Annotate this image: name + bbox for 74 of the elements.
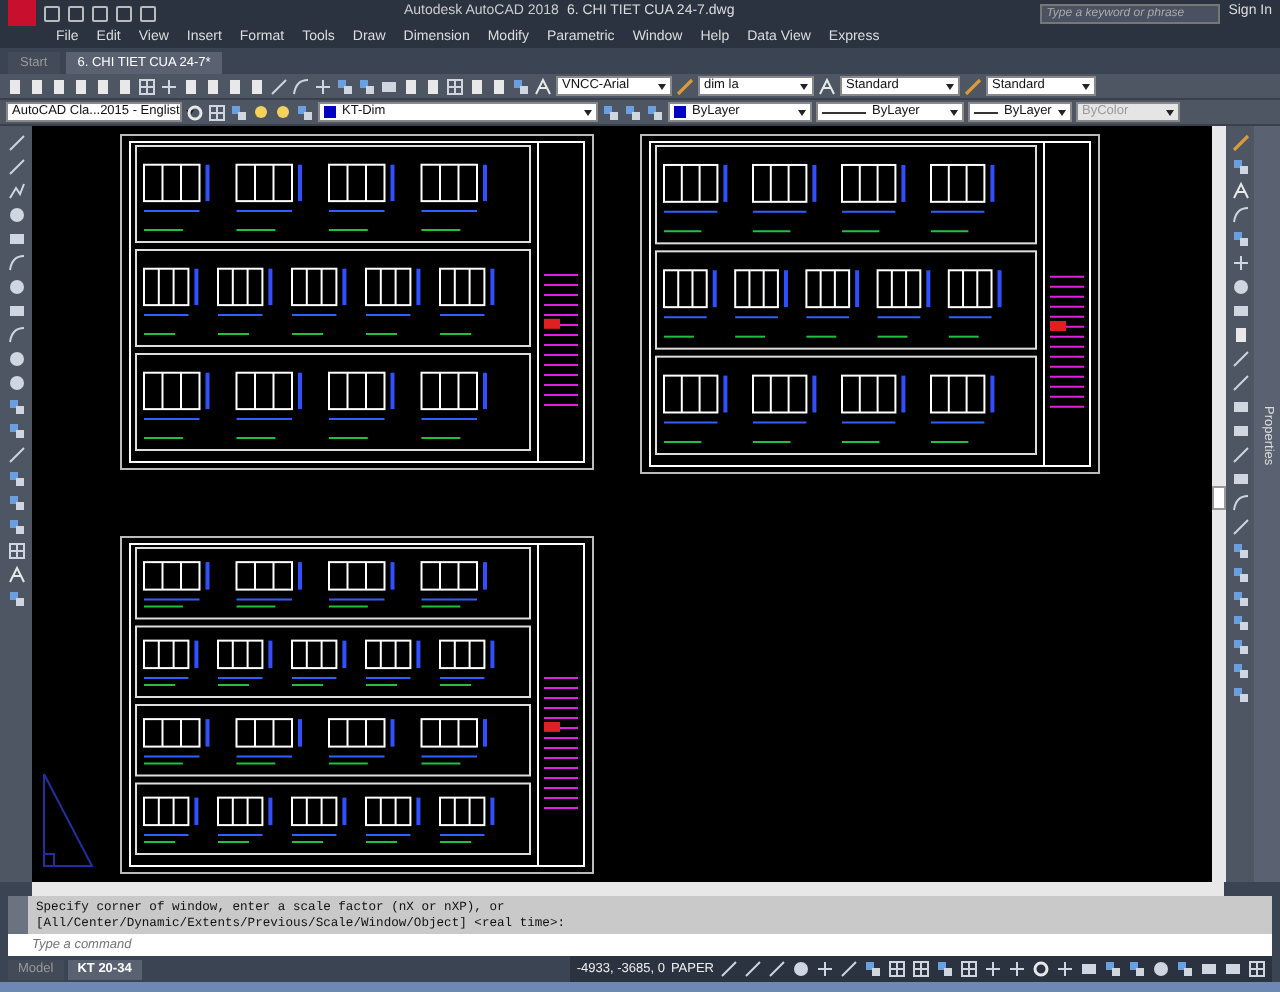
crosshair-icon[interactable]	[160, 77, 178, 95]
color-swatch-icon	[324, 106, 336, 118]
circle-icon[interactable]	[1152, 960, 1170, 978]
squares-icon[interactable]	[512, 77, 530, 95]
color-swatch-icon	[674, 106, 686, 118]
crosshair-icon[interactable]	[816, 960, 834, 978]
grid-icon[interactable]	[888, 960, 906, 978]
letter-a-icon[interactable]	[1231, 182, 1249, 200]
line-icon[interactable]	[720, 960, 738, 978]
crosshair-icon[interactable]	[1056, 960, 1074, 978]
line-icon[interactable]	[270, 77, 288, 95]
triangle-icon	[40, 770, 96, 870]
letter-a-icon[interactable]	[7, 566, 25, 584]
rectangle-icon[interactable]	[7, 302, 25, 320]
rectangle-icon[interactable]	[1231, 302, 1249, 320]
crosshair-icon[interactable]	[984, 960, 1002, 978]
circle-icon[interactable]	[7, 206, 25, 224]
grid-icon[interactable]	[960, 960, 978, 978]
line-icon[interactable]	[7, 134, 25, 152]
arc-icon[interactable]	[1231, 494, 1249, 512]
rectangle-icon[interactable]	[1231, 470, 1249, 488]
circle-icon[interactable]	[792, 960, 810, 978]
crosshair-icon[interactable]	[1231, 254, 1249, 272]
grid-icon[interactable]	[138, 77, 156, 95]
crosshair-icon[interactable]	[1008, 960, 1026, 978]
squares-icon[interactable]	[296, 103, 314, 121]
rectangle-icon[interactable]	[1080, 960, 1098, 978]
squares-icon[interactable]	[936, 960, 954, 978]
grid-icon[interactable]	[7, 542, 25, 560]
line-icon[interactable]	[7, 446, 25, 464]
polyline-icon[interactable]	[7, 182, 25, 200]
gear-icon[interactable]	[186, 103, 204, 121]
letter-a-icon[interactable]	[818, 77, 836, 95]
grid-icon[interactable]	[208, 103, 226, 121]
pencil-icon[interactable]	[1231, 134, 1249, 152]
horizontal-scrollbar[interactable]	[32, 882, 1224, 896]
line-icon[interactable]	[744, 960, 762, 978]
vertical-scrollbar[interactable]	[1212, 126, 1226, 882]
grid-icon[interactable]	[446, 77, 464, 95]
circle-icon[interactable]	[7, 278, 25, 296]
arc-icon[interactable]	[7, 326, 25, 344]
line-icon[interactable]	[768, 960, 786, 978]
squares-icon[interactable]	[1231, 230, 1249, 248]
scroll-thumb[interactable]	[1212, 486, 1226, 510]
squares-icon[interactable]	[1231, 158, 1249, 176]
line-sample-icon	[822, 111, 866, 113]
pencil-icon[interactable]	[964, 77, 982, 95]
rectangle-icon[interactable]	[7, 230, 25, 248]
command-panel-grip[interactable]	[8, 896, 28, 934]
gear-icon[interactable]	[1032, 960, 1050, 978]
rectangle-icon[interactable]	[380, 77, 398, 95]
squares-icon[interactable]	[7, 590, 25, 608]
line-icon[interactable]	[1231, 374, 1249, 392]
line-icon[interactable]	[1231, 350, 1249, 368]
grid-icon[interactable]	[912, 960, 930, 978]
squares-icon[interactable]	[230, 103, 248, 121]
squares-icon[interactable]	[864, 960, 882, 978]
letter-a-icon[interactable]	[534, 77, 552, 95]
arc-icon[interactable]	[7, 254, 25, 272]
crosshair-icon[interactable]	[314, 77, 332, 95]
line-icon[interactable]	[1231, 446, 1249, 464]
circle-icon[interactable]	[7, 374, 25, 392]
line-sample-icon	[974, 111, 998, 113]
pencil-icon[interactable]	[676, 77, 694, 95]
arc-icon[interactable]	[1231, 206, 1249, 224]
grid-icon[interactable]	[1248, 960, 1266, 978]
line-icon[interactable]	[840, 960, 858, 978]
document-icon[interactable]	[1231, 326, 1249, 344]
circle-icon[interactable]	[7, 350, 25, 368]
arc-icon[interactable]	[292, 77, 310, 95]
line-icon[interactable]	[1231, 518, 1249, 536]
squares-icon[interactable]	[1176, 960, 1194, 978]
line-icon[interactable]	[7, 158, 25, 176]
circle-icon[interactable]	[1231, 278, 1249, 296]
